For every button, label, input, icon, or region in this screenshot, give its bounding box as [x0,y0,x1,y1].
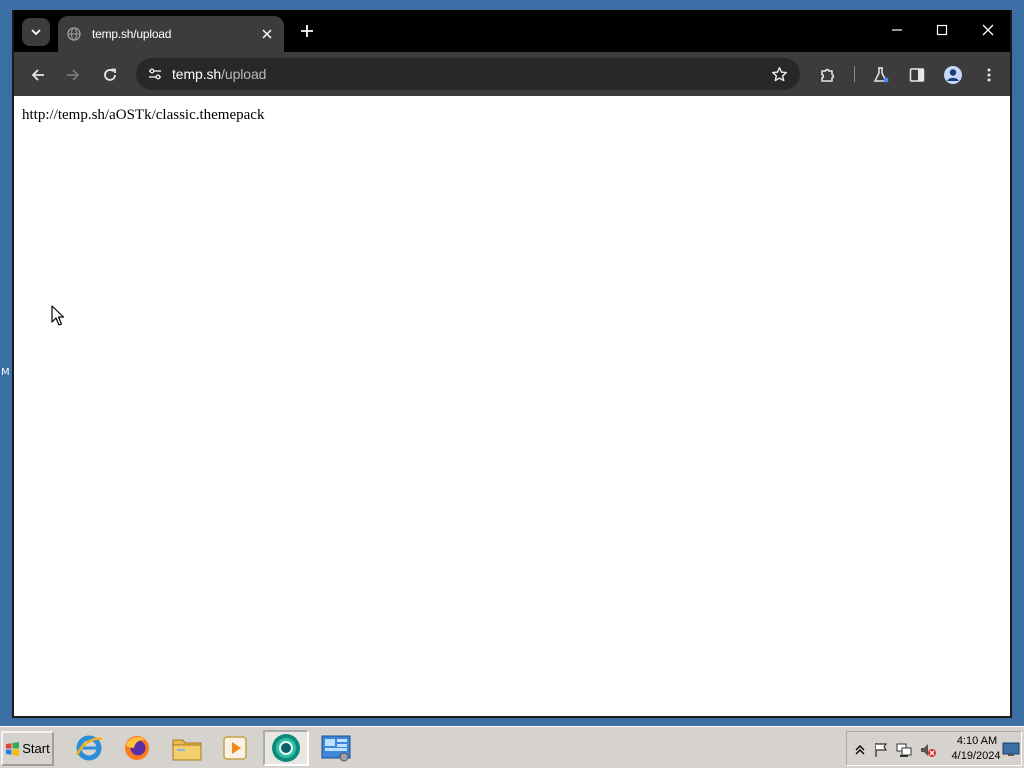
upload-result-url[interactable]: http://temp.sh/aOSTk/classic.themepack [22,107,264,124]
page-content: http://temp.sh/aOSTk/classic.themepack [14,96,1010,716]
taskbar-firefox[interactable] [114,730,160,766]
start-label: Start [22,741,50,756]
clock-time[interactable]: 4:10 AM [951,735,1003,747]
bookmark-button[interactable] [766,61,792,87]
chevron-down-icon [31,29,41,36]
windows-logo-icon [6,741,20,756]
desktop-edge-label: M [1,367,10,378]
media-player-icon [223,736,247,760]
back-button[interactable] [24,61,52,89]
arrow-right-icon [67,69,80,81]
close-window-button[interactable] [968,14,1008,46]
chrome-icon [272,734,300,762]
site-info-icon[interactable] [142,61,168,87]
system-tray: 4:10 AM 4/19/2024 [846,731,1022,766]
tab-active[interactable]: temp.sh/upload [58,16,284,52]
reload-button[interactable] [96,61,124,89]
maximize-button[interactable] [922,14,962,46]
taskbar-media-player[interactable] [212,730,258,766]
volume-muted-icon[interactable] [919,741,937,759]
clock-date[interactable]: 4/19/2024 [947,750,1005,762]
url-text: temp.sh/upload [172,66,266,82]
avatar-icon [944,66,962,84]
extensions-button[interactable] [814,61,842,89]
tab-title: temp.sh/upload [92,27,172,41]
puzzle-icon [821,68,835,82]
forward-button[interactable] [59,61,87,89]
show-hidden-icons-button[interactable] [851,741,869,759]
taskbar-file-explorer[interactable] [164,730,210,766]
minimize-icon [892,29,902,31]
toolbar-separator [854,66,855,82]
mouse-cursor-icon [51,305,65,326]
taskbar-control-panel[interactable] [313,730,359,766]
tab-search-button[interactable] [22,18,50,46]
control-panel-icon [321,735,351,762]
arrow-left-icon [31,69,44,81]
browser-titlebar: temp.sh/upload [14,10,1010,52]
network-icon[interactable] [895,741,913,759]
internet-explorer-icon [75,735,103,761]
start-button[interactable]: Start [1,731,54,766]
browser-window: temp.sh/upload temp.sh/upload http://tem… [12,10,1012,718]
side-panel-icon [909,68,925,82]
browser-toolbar: temp.sh/upload [14,52,1010,96]
menu-button[interactable] [975,61,1003,89]
profile-button[interactable] [939,61,967,89]
flask-icon [873,67,889,83]
side-panel-button[interactable] [903,61,931,89]
minimize-button[interactable] [877,14,917,46]
url-path: /upload [221,66,267,82]
action-center-icon[interactable] [872,741,890,759]
reload-icon [104,68,116,81]
more-vert-icon [987,68,991,82]
file-explorer-icon [172,739,202,761]
url-host: temp.sh [172,66,222,82]
address-bar[interactable]: temp.sh/upload [136,58,800,90]
firefox-icon [125,736,149,760]
chevron-up-icon [855,745,865,755]
taskbar-chrome[interactable] [263,730,309,766]
taskbar-internet-explorer[interactable] [66,730,112,766]
close-tab-icon[interactable] [256,23,278,45]
maximize-icon [936,24,948,36]
show-desktop-icon[interactable] [1002,740,1020,758]
close-icon [982,24,994,36]
labs-button[interactable] [867,61,895,89]
new-tab-button[interactable] [295,19,319,43]
plus-icon [301,25,313,37]
taskbar: Start 4:10 AM 4/19/2024 [0,726,1024,768]
star-icon [771,66,787,81]
globe-icon [66,26,82,42]
